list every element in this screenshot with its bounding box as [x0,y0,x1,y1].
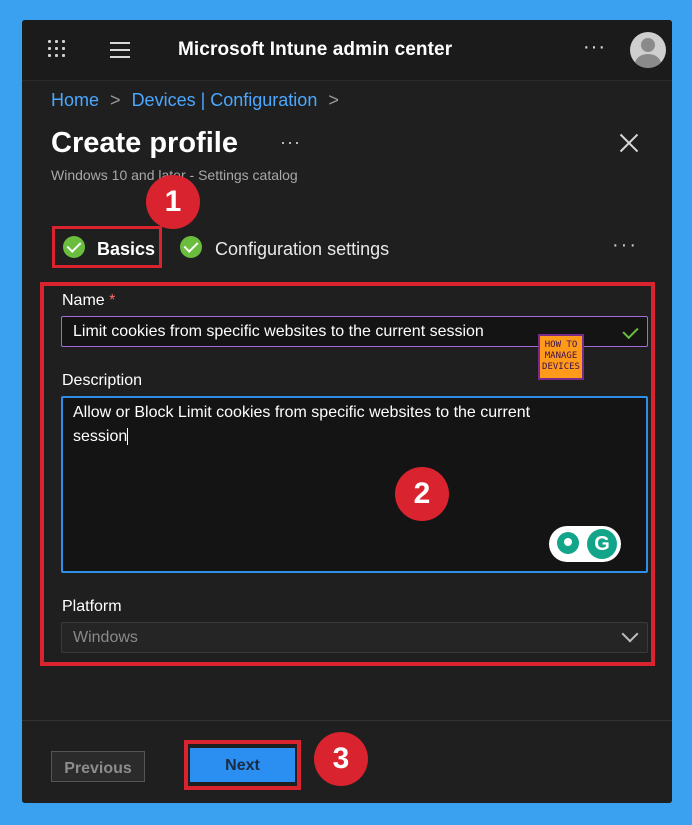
check-circle-icon [180,236,202,258]
breadcrumb-home[interactable]: Home [51,90,99,110]
description-line: session [73,428,129,446]
page-title: Create profile [51,127,238,159]
tab-configuration-settings[interactable]: Configuration settings [215,239,389,260]
callout-2: 2 [395,467,449,521]
more-options-icon[interactable]: ··· [583,36,606,59]
top-bar: Microsoft Intune admin center ··· [22,20,672,81]
steps-more-icon[interactable]: ··· [612,234,638,257]
name-value: Limit cookies from specific websites to … [73,323,484,340]
description-line: Allow or Block Limit cookies from specif… [73,404,531,421]
name-label: Name * [62,292,116,309]
description-label: Description [62,372,143,389]
text-caret [127,428,129,446]
intune-window: Microsoft Intune admin center ··· Home >… [22,20,672,803]
app-launcher-icon[interactable] [48,40,66,58]
title-more-icon[interactable]: ··· [280,132,301,153]
check-circle-icon [63,236,85,258]
breadcrumb-devices-configuration[interactable]: Devices | Configuration [132,90,318,110]
previous-button[interactable]: Previous [51,751,145,782]
grammarly-widget[interactable]: G [549,526,621,562]
required-marker: * [109,292,116,309]
close-icon[interactable] [619,133,639,153]
menu-icon[interactable] [110,42,130,58]
tab-basics[interactable]: Basics [97,239,155,260]
platform-label: Platform [62,598,122,615]
platform-value: Windows [73,629,138,646]
callout-1: 1 [146,175,200,229]
app-title: Microsoft Intune admin center [178,39,453,60]
breadcrumb: Home > Devices | Configuration > [51,90,345,111]
grammarly-icon[interactable]: G [587,529,617,559]
how-to-manage-devices-logo: HOW TO MANAGE DEVICES [538,334,584,380]
breadcrumb-separator: > [328,90,339,110]
callout-3: 3 [314,732,368,786]
next-button[interactable]: Next [190,748,295,782]
avatar[interactable] [630,32,666,68]
breadcrumb-separator: > [110,90,121,110]
platform-select[interactable] [61,622,648,653]
lightbulb-icon[interactable] [557,532,579,554]
